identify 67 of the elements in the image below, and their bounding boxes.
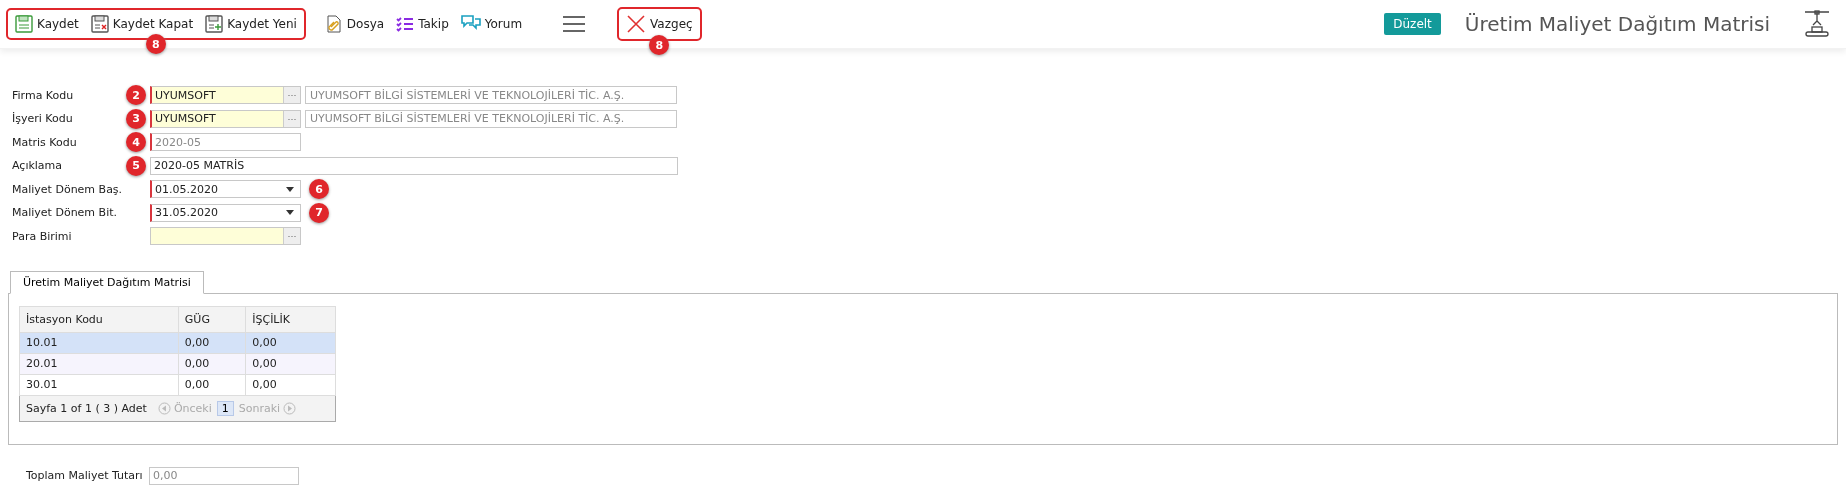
toolbar-button[interactable]: Kaydet Kapat <box>86 12 198 36</box>
dropdown-caret-icon[interactable] <box>286 186 294 192</box>
floppy-delete-icon <box>90 15 109 33</box>
paperclip-document-icon <box>324 15 343 33</box>
column-header: GÜG <box>178 306 246 332</box>
toolbar-button[interactable]: Yorum <box>456 12 527 36</box>
column-header: İŞÇİLİK <box>245 306 336 332</box>
toolbar-button[interactable]: Takip <box>392 13 453 35</box>
table-cell: 10.01 <box>19 332 179 353</box>
mode-badge: Düzelt <box>1384 13 1441 35</box>
input-field[interactable]: 2020-05 MATRİS <box>150 156 678 175</box>
step-badge: 2 <box>126 85 146 106</box>
floppy-icon <box>15 15 33 33</box>
checklist-icon <box>396 16 415 32</box>
toolbar-button[interactable]: Kaydet Yeni <box>201 12 301 36</box>
date-field[interactable]: 01.05.2020 <box>150 180 301 199</box>
table-cell: 0,00 <box>178 353 246 374</box>
field-label: Firma Kodu <box>12 88 75 102</box>
table-row[interactable]: 10.01 0,00 0,00 <box>19 332 336 353</box>
field-label: İşyeri Kodu <box>12 112 74 126</box>
toolbar-button[interactable]: Dosya <box>320 12 389 36</box>
table-cell: 0,00 <box>178 374 246 395</box>
table-row[interactable]: 20.01 0,00 0,00 <box>19 353 336 374</box>
step-badge: 5 <box>126 155 146 176</box>
column-header: İstasyon Kodu <box>19 306 179 332</box>
step-badge: 4 <box>126 132 146 153</box>
page-button[interactable]: 1 <box>216 400 234 416</box>
field-label: Açıklama <box>12 159 64 173</box>
field-label: Matris Kodu <box>12 135 78 149</box>
conveyor-robot-icon <box>1802 9 1832 39</box>
chat-bubbles-icon <box>460 15 481 33</box>
toolbar-button[interactable]: Kaydet <box>11 12 83 36</box>
table-row[interactable]: 30.01 0,00 0,00 <box>19 374 336 395</box>
table-cell: 30.01 <box>19 374 179 395</box>
description-field: UYUMSOFT BİLGİ SİSTEMLERİ VE TEKNOLOJİLERİ TİC. A.Ş. <box>305 86 677 105</box>
toolbar-button[interactable]: Vazgeç <box>622 11 697 37</box>
field-label: Maliyet Dönem Bit. <box>12 206 118 220</box>
step-badge: 6 <box>309 179 329 200</box>
ellipsis-button[interactable]: ··· <box>283 110 300 127</box>
lookup-field[interactable]: ··· <box>150 227 301 246</box>
lookup-field[interactable]: UYUMSOFT ··· <box>150 86 301 105</box>
step-badge: 7 <box>309 202 329 223</box>
table-cell: 0,00 <box>245 374 336 395</box>
table-cell: 0,00 <box>245 332 336 353</box>
description-field: UYUMSOFT BİLGİ SİSTEMLERİ VE TEKNOLOJİLERİ TİC. A.Ş. <box>305 109 677 128</box>
table-cell: 0,00 <box>178 332 246 353</box>
dropdown-caret-icon[interactable] <box>286 210 294 216</box>
table-cell: 20.01 <box>19 353 179 374</box>
menu-icon[interactable] <box>563 16 586 32</box>
tab[interactable]: Üretim Maliyet Dağıtım Matrisi <box>10 270 204 294</box>
close-icon <box>626 14 647 34</box>
step-badge: 8 <box>649 35 670 55</box>
field-label: Toplam Maliyet Tutarı <box>26 469 144 482</box>
ellipsis-button[interactable]: ··· <box>283 228 300 245</box>
ellipsis-button[interactable]: ··· <box>283 87 300 104</box>
step-badge: 8 <box>145 34 166 54</box>
floppy-add-icon <box>205 15 224 33</box>
field-label: Para Birimi <box>12 229 73 243</box>
table-cell: 0,00 <box>245 353 336 374</box>
field-label: Maliyet Dönem Baş. <box>12 182 122 196</box>
lookup-field[interactable]: UYUMSOFT ··· <box>150 109 301 128</box>
pager-summary: Sayfa 1 of 1 ( 3 ) Adet <box>26 401 147 415</box>
step-badge: 3 <box>126 108 146 129</box>
date-field[interactable]: 31.05.2020 <box>150 203 301 222</box>
input-field[interactable]: 0,00 <box>149 466 299 485</box>
input-field[interactable]: 2020-05 <box>150 133 301 152</box>
page-title: Üretim Maliyet Dağıtım Matrisi <box>1464 12 1770 36</box>
